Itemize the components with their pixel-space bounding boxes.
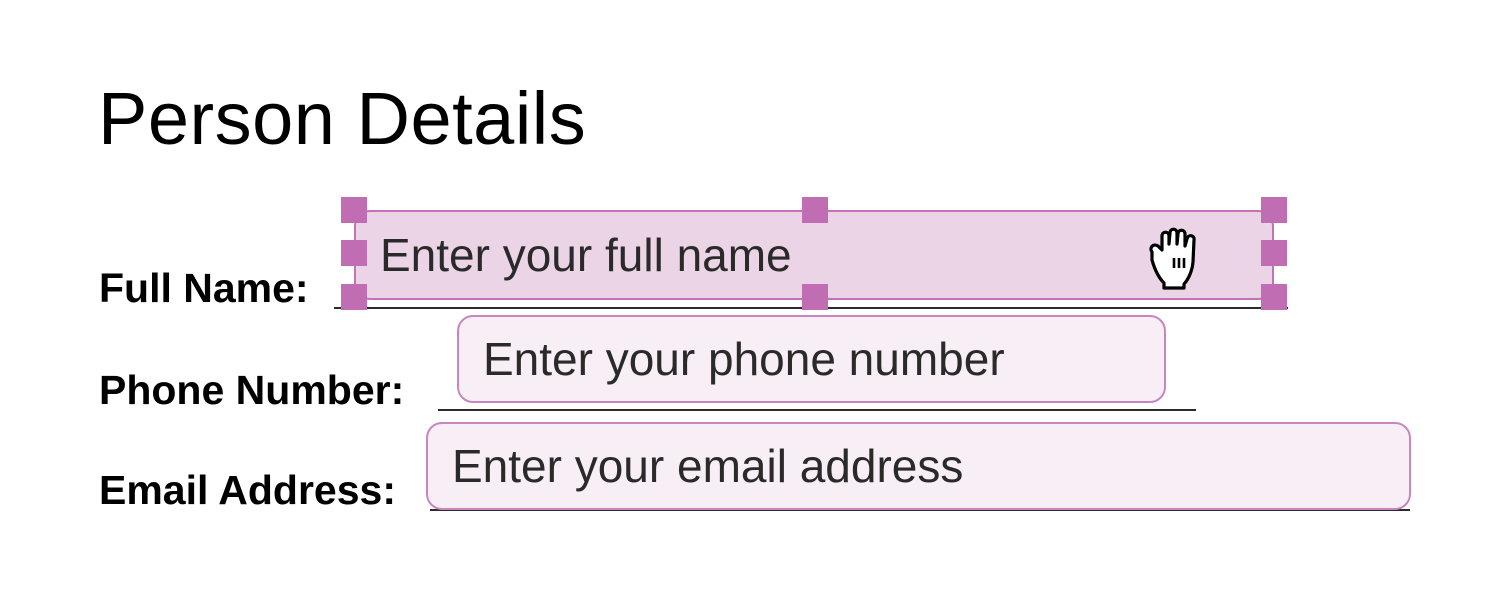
resize-handle-top-left[interactable]	[341, 197, 367, 223]
phone-number-placeholder: Enter your phone number	[483, 333, 1005, 385]
phone-number-label: Phone Number:	[99, 367, 405, 413]
resize-handle-bottom-center[interactable]	[802, 284, 828, 310]
resize-handle-bottom-left[interactable]	[341, 284, 367, 310]
full-name-placeholder: Enter your full name	[380, 229, 792, 281]
email-address-placeholder: Enter your email address	[452, 440, 964, 492]
resize-handle-top-center[interactable]	[802, 197, 828, 223]
phone-number-underline	[438, 409, 1196, 411]
form-page: Person Details Full Name: Enter your ful…	[0, 0, 1512, 598]
resize-handle-top-right[interactable]	[1261, 197, 1287, 223]
resize-handle-bottom-right[interactable]	[1261, 284, 1287, 310]
resize-handle-middle-left[interactable]	[341, 240, 367, 266]
phone-number-field[interactable]: Enter your phone number	[457, 315, 1166, 403]
email-address-field[interactable]: Enter your email address	[426, 422, 1411, 510]
grab-hand-cursor-icon	[1149, 227, 1196, 290]
email-address-label: Email Address:	[99, 467, 396, 513]
page-title: Person Details	[98, 77, 587, 160]
resize-handle-middle-right[interactable]	[1261, 240, 1287, 266]
full-name-label: Full Name:	[99, 265, 309, 311]
